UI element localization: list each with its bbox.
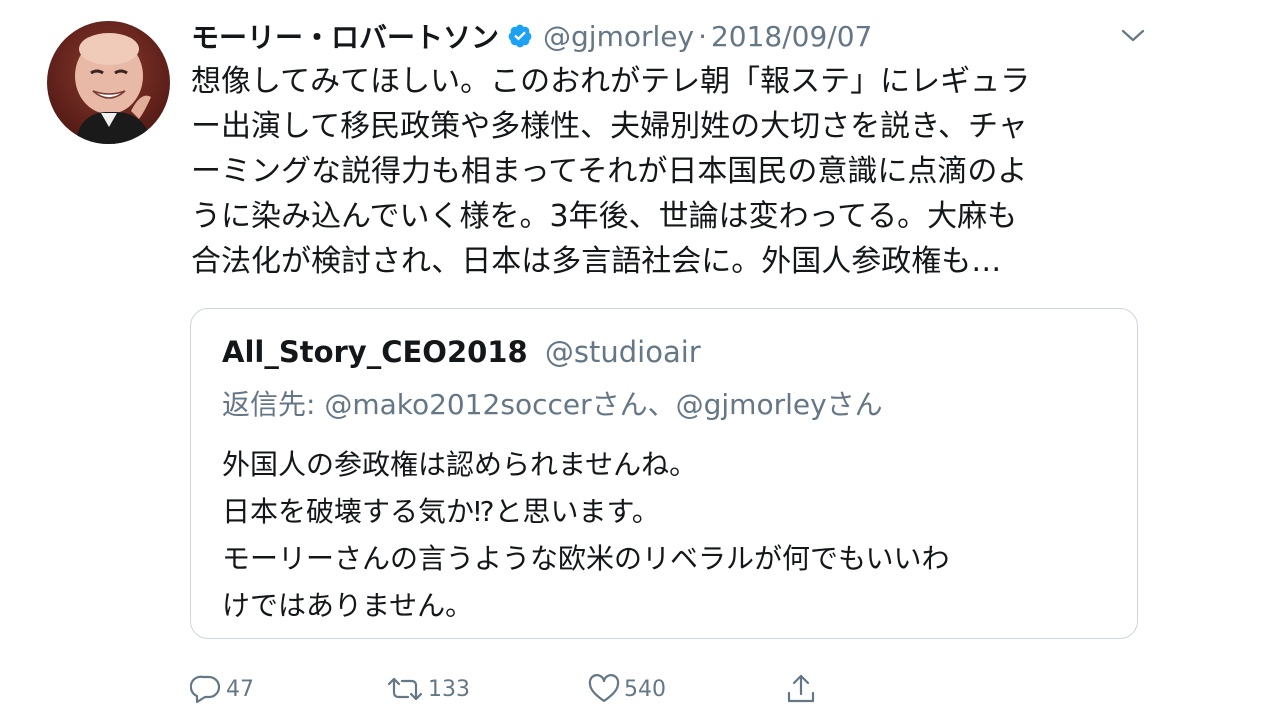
quoted-tweet-card[interactable]: All_Story_CEO2018 @studioair 返信先: @mako2… [190,308,1138,639]
share-button[interactable] [786,672,816,706]
quoted-tweet-text: 外国人の参政権は認められませんね。 日本を破壊する気か⁉と思います。 モーリーさ… [222,441,949,629]
tweet-text-line: うに染み込んでいく様を。3年後、世論は変わってる。大麻も [191,199,1018,234]
reply-button[interactable]: 47 [190,672,254,706]
reply-icon [190,674,222,704]
tweet-text-line: 合法化が検討され、日本は多言語社会に。外国人参政権も… [191,244,1002,279]
quoted-text-line: 外国人の参政権は認められませんね。 [222,448,698,481]
like-count: 540 [624,676,666,702]
retweet-count: 133 [428,676,470,702]
heart-icon [588,674,620,704]
quoted-tweet-header: All_Story_CEO2018 @studioair [222,335,701,369]
tweet-header: モーリー・ロバートソン @gjmorley · 2018/09/07 [191,14,872,58]
quoted-reply-to: 返信先: @mako2012soccerさん、@gjmorleyさん [222,388,883,421]
quoted-text-line: 日本を破壊する気か⁉と思います。 [222,495,660,528]
quoted-user-handle: @studioair [544,335,701,369]
retweet-button[interactable]: 133 [386,672,470,706]
tweet-text-line: ーミングな説得力も相まってそれが日本国民の意識に点滴のよ [191,154,1028,189]
display-name[interactable]: モーリー・ロバートソン [191,16,499,56]
avatar-image [47,21,170,144]
tweet-date[interactable]: 2018/09/07 [711,20,872,53]
like-button[interactable]: 540 [588,672,666,706]
tweet-text-line: ー出演して移民政策や多様性、夫婦別姓の大切さを説き、チャ [191,109,1028,144]
share-icon [786,673,816,705]
tweet-text: 想像してみてほしい。このおれがテレ朝「報ステ」にレギュラ ー出演して移民政策や多… [191,59,1151,284]
chevron-down-icon[interactable] [1120,26,1146,46]
tweet-actions: 47 133 540 [190,672,830,706]
quoted-display-name: All_Story_CEO2018 [222,335,528,369]
tweet-text-line: 想像してみてほしい。このおれがテレ朝「報ステ」にレギュラ [191,64,1031,99]
verified-badge-icon [507,23,533,49]
separator-dot: · [698,19,707,53]
quoted-text-line: モーリーさんの言うような欧米のリベラルが何でもいいわ [222,542,950,575]
avatar[interactable] [47,21,170,144]
reply-count: 47 [226,676,254,702]
user-handle[interactable]: @gjmorley [543,20,694,53]
retweet-icon [386,674,424,704]
quoted-text-line: けではありません。 [222,589,474,622]
